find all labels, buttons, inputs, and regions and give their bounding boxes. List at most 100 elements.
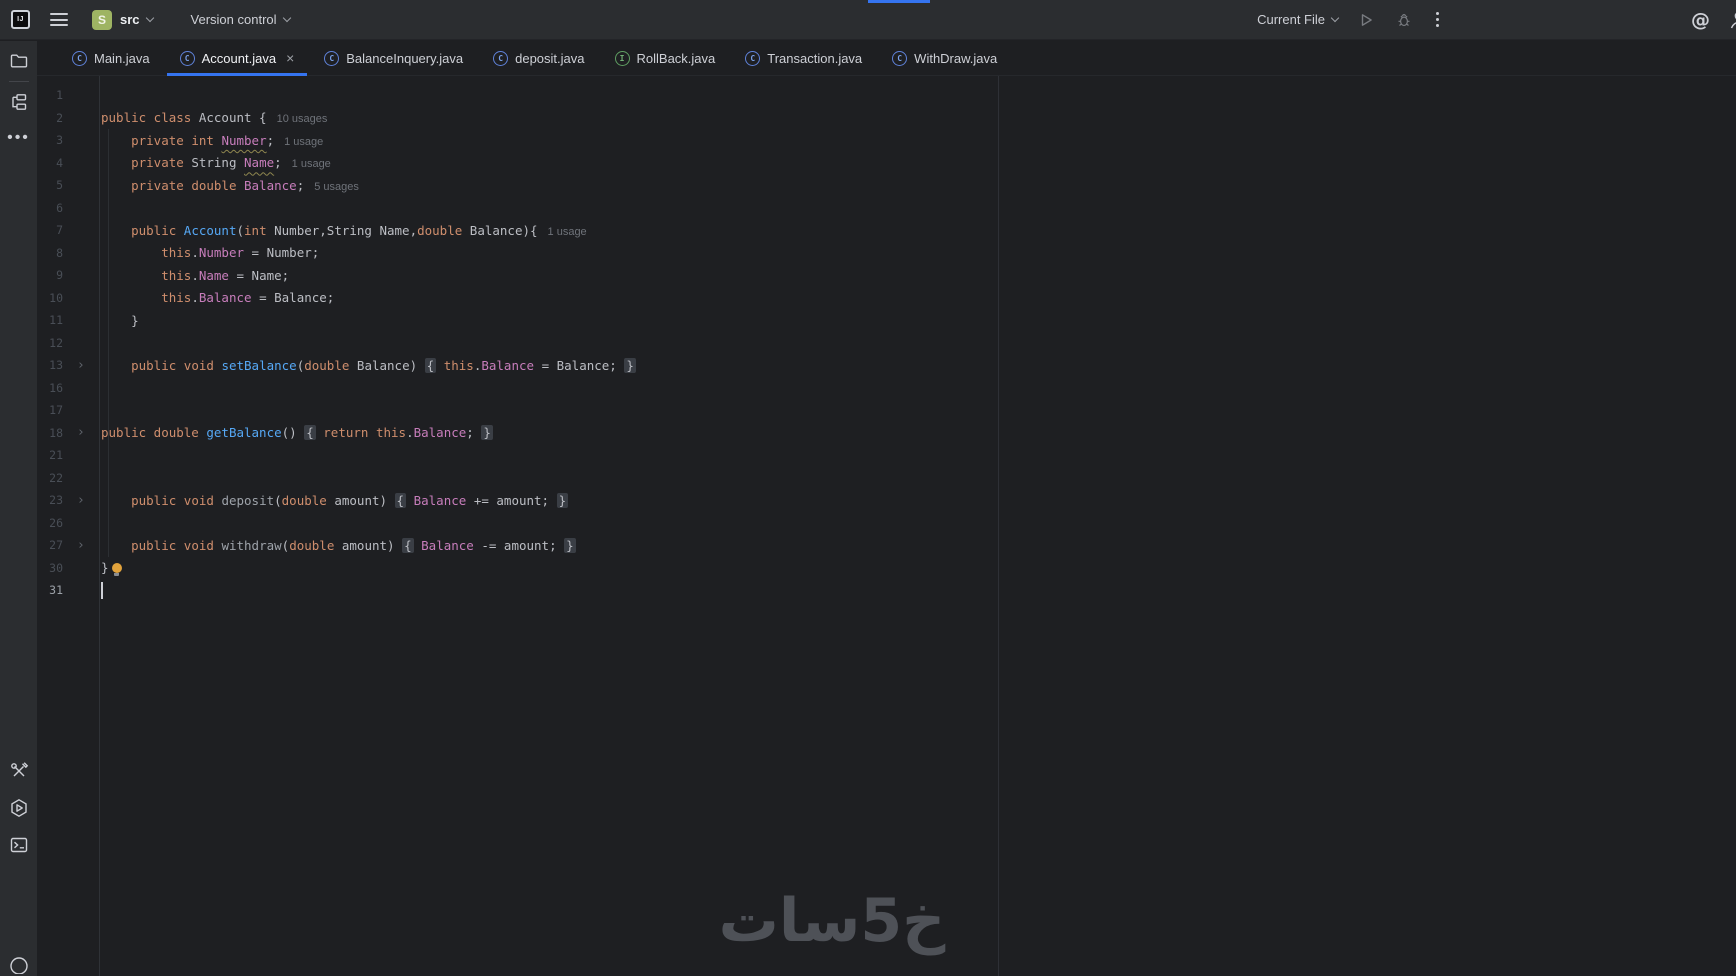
gutter-fold-area: › [63,539,99,552]
code-segment: } [556,492,569,508]
code-segment: deposit [221,492,275,508]
usages-hint[interactable]: 1 usage [548,226,587,238]
code-segment: . [406,425,414,441]
profile-icon[interactable] [1728,9,1736,31]
code-segment: { [394,492,407,508]
run-button[interactable] [1356,10,1376,30]
editor-rows: 1 2 public class Account {10 usages 3 priva… [37,76,1736,602]
tab-BalanceInquery.java[interactable]: C BalanceInquery.java [309,41,478,75]
code-segment: ( [274,492,282,508]
code-segment: Balance [244,177,297,193]
code-text[interactable]: public void setBalance(double Balance) {… [99,357,636,373]
tab-Account.java[interactable]: C Account.java × [165,41,310,76]
project-tool-button[interactable] [7,49,31,73]
ide-window: { "titlebar": { "logo_text": "IJ", "proj… [0,0,1736,976]
run-configuration-selector[interactable]: Current File [1257,12,1340,27]
code-line: 2 public class Account {10 usages [37,107,1736,130]
main-menu-button[interactable] [50,13,68,26]
hidden-tool-button[interactable] [7,952,31,976]
usages-hint[interactable]: 5 usages [314,181,359,193]
tab-Transaction.java[interactable]: C Transaction.java [730,41,877,75]
terminal-icon [10,837,27,853]
class-icon: C [324,50,340,66]
code-text[interactable]: } [99,313,139,328]
code-line: 11 } [37,309,1736,332]
tab-WithDraw.java[interactable]: C WithDraw.java [877,41,1012,75]
tab-bar: C Main.java C Account.java × C BalanceInquery.… [37,41,1736,76]
code-text[interactable]: public class Account {10 usages [99,110,327,125]
fold-arrow-icon[interactable]: › [78,359,83,372]
code-editor[interactable]: 1 2 public class Account {10 usages 3 priva… [37,76,1736,976]
code-text[interactable]: this.Name = Name; [99,268,289,283]
code-segment: ; [296,177,305,193]
code-text[interactable]: private double Balance; 5 usages [99,178,359,193]
usages-hint[interactable]: 10 usages [277,113,328,125]
tab-label: Account.java [201,50,277,66]
ellipsis-icon: ••• [7,129,30,146]
build-tools-button[interactable] [7,759,31,783]
code-text[interactable]: public double getBalance() { return this… [99,425,493,441]
class-icon: C [745,50,761,66]
usages-hint[interactable]: 1 usage [284,136,323,148]
usages-hint[interactable]: 1 usage [292,158,331,170]
terminal-tool-button[interactable] [7,833,31,857]
code-segment: Account { [191,110,267,126]
code-text[interactable]: this.Number = Number; [99,245,319,260]
tab-deposit.java[interactable]: Cdeposit.java [478,41,599,75]
code-line: 22 [37,467,1736,490]
code-line: 30} [37,557,1736,580]
code-text[interactable]: private int Number; 1 usage [99,133,323,148]
more-actions-button[interactable] [1432,12,1443,27]
line-number: 2 [56,110,63,125]
close-icon[interactable]: × [286,51,294,65]
run-configuration-label: Current File [1257,12,1325,27]
code-segment: double [304,357,350,373]
code-segment: public void [131,537,214,553]
services-tool-button[interactable] [7,796,31,820]
code-text[interactable]: } [99,560,122,576]
code-line: 21 [37,444,1736,467]
code-segment: private double [131,177,237,193]
left-tool-stripe: ••• [0,41,37,976]
code-text[interactable]: public void withdraw(double amount) { Ba… [99,537,576,553]
code-text[interactable]: this.Balance = Balance; [99,290,334,305]
code-text[interactable]: public Account(int Number,String Name,do… [99,223,587,238]
code-line: 23 › public void deposit(double amount) {… [37,489,1736,512]
structure-tool-button[interactable] [7,90,31,114]
project-badge[interactable]: S [92,9,112,30]
code-segment: Balance [413,425,467,441]
code-segment: amount) [334,537,403,553]
code-text[interactable]: private String Name; 1 usage [99,155,331,170]
ai-assistant-icon[interactable]: @ [1691,9,1710,31]
code-text[interactable]: public void deposit(double amount) { Bal… [99,492,569,508]
code-text[interactable] [99,581,103,599]
more-tool-windows-button[interactable]: ••• [7,126,31,150]
code-segment: int [244,222,267,238]
fold-arrow-icon[interactable]: › [78,426,83,439]
version-control-button[interactable]: Version control [191,12,277,27]
fold-arrow-icon[interactable]: › [78,539,83,552]
code-segment: Name [198,267,229,283]
code-segment: this [443,357,474,373]
tab-label: RollBack.java [636,50,716,66]
intellij-logo-icon: IJ [11,10,30,29]
tab-RollBack.java[interactable]: I RollBack.java [600,41,731,75]
watermark: خ5سات [718,886,946,956]
project-name[interactable]: src [120,12,140,27]
lightbulb-icon[interactable] [111,562,122,576]
debug-button[interactable] [1394,10,1414,30]
code-segment: Account [183,222,237,238]
code-segment: public [131,222,177,238]
code-segment: ; [466,425,482,441]
code-line: 31 [37,579,1736,602]
tab-Main.java[interactable]: C Main.java [57,41,165,75]
fold-arrow-icon[interactable]: › [78,494,83,507]
line-number: 3 [56,133,63,148]
code-segment: private [131,155,184,171]
code-line: 26 [37,512,1736,535]
class-icon: C [493,50,509,66]
